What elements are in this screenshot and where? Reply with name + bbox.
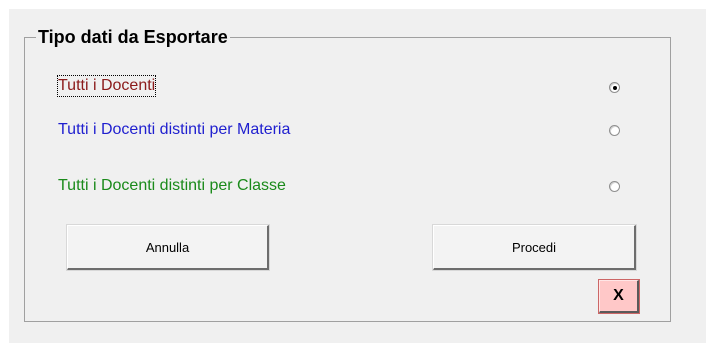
close-button[interactable]: X: [599, 280, 639, 313]
cancel-button[interactable]: Annulla: [67, 225, 269, 270]
radio-teachers-by-class[interactable]: [609, 181, 620, 192]
radio-all-teachers[interactable]: [609, 82, 620, 93]
groupbox-title: Tipo dati da Esportare: [36, 26, 230, 48]
radio-selected-dot: [612, 85, 617, 90]
option-label-all-teachers[interactable]: Tutti i Docenti: [56, 75, 157, 97]
close-icon: X: [613, 287, 624, 304]
option-label-teachers-by-class[interactable]: Tutti i Docenti distinti per Classe: [58, 176, 286, 196]
option-label-teachers-by-subject[interactable]: Tutti i Docenti distinti per Materia: [58, 120, 290, 140]
radio-teachers-by-subject[interactable]: [609, 125, 620, 136]
proceed-button[interactable]: Procedi: [433, 225, 636, 270]
